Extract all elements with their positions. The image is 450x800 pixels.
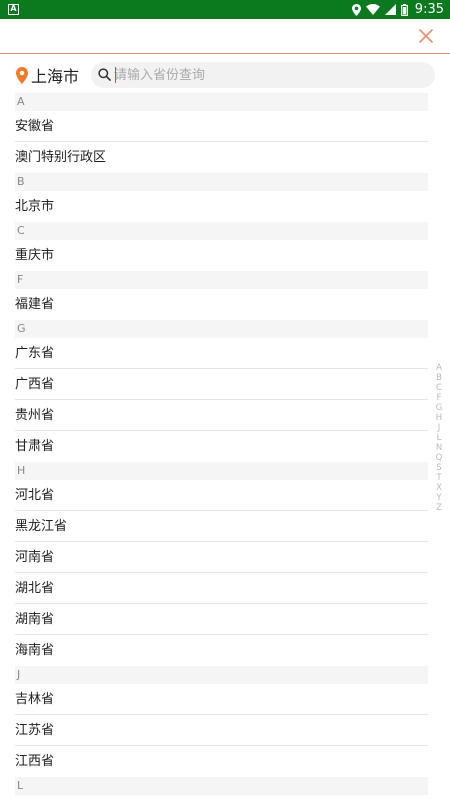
index-letter-x[interactable]: X: [433, 483, 445, 493]
province-item[interactable]: 北京市: [15, 191, 428, 222]
section-header-c: C: [15, 222, 428, 240]
index-letter-a[interactable]: A: [433, 363, 445, 373]
section-header-f: F: [15, 271, 428, 289]
section-header-h: H: [15, 462, 428, 480]
section-header-a: A: [15, 93, 428, 111]
location-pin-icon: [16, 66, 28, 84]
text-cursor: [115, 67, 116, 83]
province-item[interactable]: 江西省: [15, 746, 428, 777]
province-item[interactable]: 湖南省: [15, 604, 428, 635]
index-letter-l[interactable]: L: [433, 433, 445, 443]
wifi-icon: [365, 4, 380, 15]
search-row: 上海市: [0, 55, 450, 93]
province-item[interactable]: 甘肃省: [15, 431, 428, 462]
province-item[interactable]: 河北省: [15, 480, 428, 511]
search-box[interactable]: [91, 62, 435, 88]
index-letter-f[interactable]: F: [433, 393, 445, 403]
close-icon[interactable]: [418, 28, 434, 44]
index-letter-q[interactable]: Q: [433, 453, 445, 463]
section-header-j: J: [15, 666, 428, 684]
current-location[interactable]: 上海市: [16, 64, 79, 86]
index-letter-n[interactable]: N: [433, 443, 445, 453]
province-item[interactable]: 贵州省: [15, 400, 428, 431]
status-icons: 9:35: [351, 0, 444, 19]
top-bar: [0, 19, 450, 54]
current-city-label: 上海市: [31, 67, 80, 86]
province-item[interactable]: 重庆市: [15, 240, 428, 271]
index-letter-b[interactable]: B: [433, 373, 445, 383]
signal-icon: [384, 4, 396, 15]
section-header-g: G: [15, 320, 428, 338]
status-time: 9:35: [414, 2, 444, 17]
status-bar: A 9:35: [0, 0, 450, 19]
app-notification-icon: A: [8, 4, 19, 15]
province-item[interactable]: 澳门特别行政区: [15, 142, 428, 173]
province-item[interactable]: 广东省: [15, 338, 428, 369]
index-letter-h[interactable]: H: [433, 413, 445, 423]
province-item[interactable]: 广西省: [15, 369, 428, 400]
battery-icon: [400, 3, 408, 16]
province-item[interactable]: 河南省: [15, 542, 428, 573]
province-item[interactable]: 海南省: [15, 635, 428, 666]
index-letter-c[interactable]: C: [433, 383, 445, 393]
province-item[interactable]: 江苏省: [15, 715, 428, 746]
section-header-l: L: [15, 777, 428, 795]
section-header-b: B: [15, 173, 428, 191]
location-icon: [351, 3, 361, 16]
index-letter-y[interactable]: Y: [433, 493, 445, 503]
province-search-input[interactable]: [114, 65, 424, 85]
search-icon: [98, 68, 111, 81]
index-letter-s[interactable]: S: [433, 463, 445, 473]
province-item[interactable]: 湖北省: [15, 573, 428, 604]
province-item[interactable]: 吉林省: [15, 684, 428, 715]
index-letter-j[interactable]: J: [433, 423, 445, 433]
province-item[interactable]: 福建省: [15, 289, 428, 320]
alphabet-index-bar[interactable]: ABCFGHJLNQSTXYZ: [433, 363, 445, 513]
province-item[interactable]: 黑龙江省: [15, 511, 428, 542]
index-letter-t[interactable]: T: [433, 473, 445, 483]
index-letter-z[interactable]: Z: [433, 503, 445, 513]
index-letter-g[interactable]: G: [433, 403, 445, 413]
province-item[interactable]: 安徽省: [15, 111, 428, 142]
province-list: A 安徽省 澳门特别行政区 B 北京市 C 重庆市 F 福建省 G 广东省 广西省 贵州省 甘肃省 H 河北省…: [15, 93, 428, 795]
